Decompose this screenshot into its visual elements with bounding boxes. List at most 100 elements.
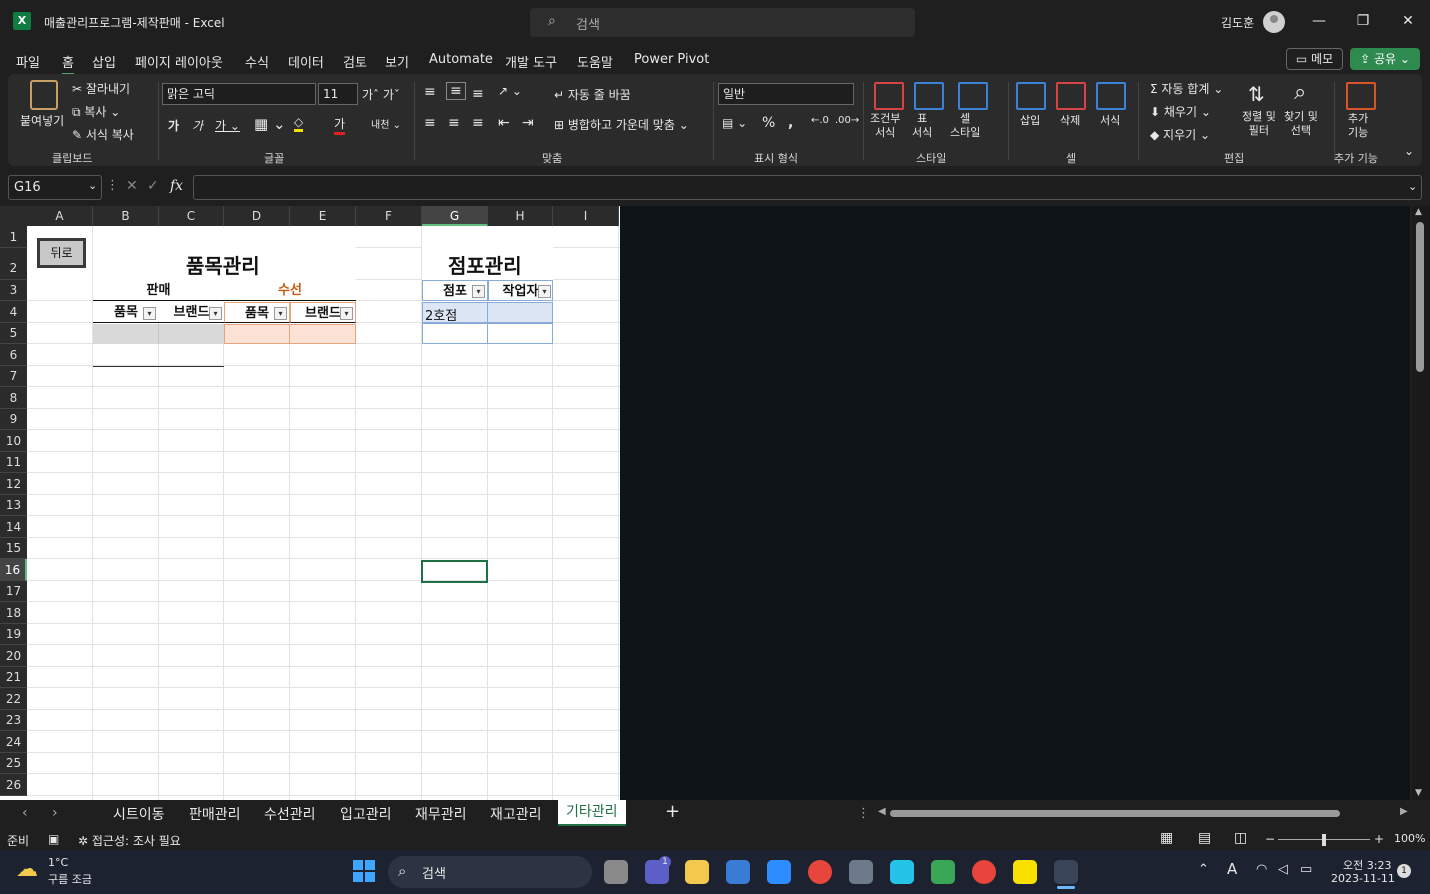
align-right-icon[interactable]: ≡ — [472, 115, 484, 131]
select-all-corner[interactable] — [0, 206, 27, 226]
row-header-8[interactable]: 8 — [0, 387, 27, 409]
row-header-20[interactable]: 20 — [0, 645, 27, 667]
row-header-22[interactable]: 22 — [0, 688, 27, 710]
row-header-1[interactable]: 1 — [0, 226, 27, 248]
copy-button[interactable]: ⧉ 복사 ⌄ — [72, 103, 120, 120]
more-options-icon[interactable]: ⋮ — [106, 178, 119, 193]
row-header-13[interactable]: 13 — [0, 495, 27, 516]
notification-badge[interactable]: 1 — [1397, 864, 1411, 878]
tab-review[interactable]: 검토 — [343, 52, 367, 71]
wifi-icon[interactable]: ◠ — [1256, 862, 1267, 877]
sheet-tab-sales[interactable]: 판매관리 — [189, 804, 241, 824]
column-header-f[interactable]: F — [356, 206, 422, 226]
find-icon[interactable]: ⌕ — [1294, 80, 1306, 105]
minimize-button[interactable]: — — [1304, 10, 1334, 32]
row-header-6[interactable]: 6 — [0, 344, 27, 366]
excel-taskbar-icon[interactable] — [1054, 860, 1078, 884]
cell-styles-icon[interactable] — [958, 82, 988, 110]
taskbar-search[interactable] — [388, 856, 592, 888]
insert-cells-icon[interactable] — [1016, 82, 1046, 110]
row-header-12[interactable]: 12 — [0, 473, 27, 495]
back-button[interactable]: 뒤로 — [37, 238, 86, 268]
accessibility-status[interactable]: ✲ 접근성: 조사 필요 — [78, 832, 181, 849]
zoom-slider-thumb[interactable] — [1322, 834, 1326, 846]
tab-view[interactable]: 보기 — [385, 52, 409, 71]
sort-filter-button[interactable]: 정렬 및 필터 — [1242, 110, 1276, 138]
chrome-profile-icon[interactable] — [972, 860, 996, 884]
tab-help[interactable]: 도움말 — [577, 52, 613, 71]
align-center-icon[interactable]: ≡ — [448, 115, 460, 131]
file-explorer-icon[interactable] — [685, 860, 709, 884]
filter-dropdown-icon[interactable]: ▾ — [340, 307, 353, 320]
tray-expand-icon[interactable]: ⌃ — [1198, 862, 1209, 877]
align-left-icon[interactable]: ≡ — [424, 115, 436, 131]
autosum-button[interactable]: Σ 자동 합계 ⌄ — [1150, 80, 1223, 97]
tab-formulas[interactable]: 수식 — [245, 52, 269, 71]
addins-button[interactable]: 추가 기능 — [1348, 112, 1368, 140]
bold-icon[interactable]: 가 — [168, 117, 179, 134]
row-header-18[interactable]: 18 — [0, 602, 27, 624]
indent-increase-icon[interactable]: ⇥ — [522, 115, 534, 131]
enter-icon[interactable]: ✓ — [147, 178, 159, 194]
macro-record-icon[interactable]: ▣ — [48, 832, 59, 846]
avatar[interactable] — [1263, 11, 1285, 33]
wrap-text-button[interactable]: ↵ 자동 줄 바꿈 — [554, 86, 631, 103]
font-name-select[interactable]: 맑은 고딕 — [162, 83, 316, 105]
tab-page-layout[interactable]: 페이지 레이아웃 — [135, 52, 223, 71]
selected-cell-g16[interactable] — [421, 560, 488, 583]
delete-cells-icon[interactable] — [1056, 82, 1086, 110]
zoom-out-icon[interactable]: − — [1265, 832, 1275, 846]
add-sheet-button[interactable]: + — [665, 801, 680, 822]
kakaotalk-icon[interactable] — [1013, 860, 1037, 884]
row-header-10[interactable]: 10 — [0, 430, 27, 452]
clear-button[interactable]: ◆ 지우기 ⌄ — [1150, 126, 1210, 143]
fill-color-icon[interactable]: ◇ — [294, 115, 304, 132]
cut-button[interactable]: ✂ 잘라내기 — [72, 80, 130, 97]
column-header-h[interactable]: H — [488, 206, 553, 226]
phonetic-icon[interactable]: 내천 ⌄ — [371, 116, 401, 131]
zoom-level[interactable]: 100% — [1394, 832, 1425, 845]
hscroll-right-icon[interactable]: ▶ — [1400, 806, 1408, 817]
sheet-options-icon[interactable]: ⋮ — [857, 806, 870, 821]
column-header-b[interactable]: B — [93, 206, 159, 226]
memo-button[interactable]: ▭ 메모 — [1286, 48, 1343, 70]
row-header-17[interactable]: 17 — [0, 581, 27, 602]
vertical-scroll-thumb[interactable] — [1416, 222, 1424, 372]
name-box-dropdown-icon[interactable]: ⌄ — [88, 179, 97, 192]
filter-dropdown-icon[interactable]: ▾ — [274, 307, 287, 320]
format-table-icon[interactable] — [914, 82, 944, 110]
underline-icon[interactable]: 가 ⌄ — [215, 117, 240, 134]
calculator-icon[interactable] — [849, 860, 873, 884]
row-header-7[interactable]: 7 — [0, 366, 27, 387]
task-view-icon[interactable] — [604, 860, 628, 884]
paste-icon[interactable] — [30, 80, 58, 110]
insert-cells-button[interactable]: 삽입 — [1020, 112, 1040, 128]
app-icon[interactable] — [890, 860, 914, 884]
page-break-view-icon[interactable]: ◫ — [1234, 830, 1247, 846]
chat-app-icon[interactable] — [931, 860, 955, 884]
tab-insert[interactable]: 삽입 — [92, 52, 116, 71]
row-header-23[interactable]: 23 — [0, 710, 27, 731]
align-top-icon[interactable]: ≡ — [424, 84, 436, 100]
formula-expand-icon[interactable]: ⌄ — [1408, 180, 1417, 193]
notepad-icon[interactable] — [767, 860, 791, 884]
addins-icon[interactable] — [1346, 82, 1376, 110]
volume-icon[interactable]: ◁ — [1278, 862, 1288, 877]
insert-function-icon[interactable]: fx — [170, 178, 183, 194]
italic-icon[interactable]: 가 — [192, 117, 203, 134]
ribbon-collapse-icon[interactable]: ⌄ — [1404, 144, 1414, 158]
filter-dropdown-icon[interactable]: ▾ — [538, 285, 551, 298]
font-size-select[interactable]: 11 — [318, 83, 358, 105]
share-button[interactable]: ⇪ 공유 ⌄ — [1350, 48, 1420, 70]
row-header-3[interactable]: 3 — [0, 280, 27, 301]
tab-power-pivot[interactable]: Power Pivot — [634, 52, 709, 67]
title-search-box[interactable]: ⌕ 검색 — [530, 8, 915, 37]
paste-button[interactable]: 붙여넣기 — [20, 112, 64, 129]
column-header-i[interactable]: I — [553, 206, 619, 226]
sheet-prev-icon[interactable]: ‹ — [22, 805, 28, 821]
sheet-tab-inventory[interactable]: 재고관리 — [490, 804, 542, 824]
orientation-icon[interactable]: ↗ ⌄ — [498, 84, 522, 98]
weather-icon[interactable]: ☁ — [16, 857, 38, 882]
conditional-format-icon[interactable] — [874, 82, 904, 110]
page-layout-view-icon[interactable]: ▤ — [1198, 830, 1211, 846]
